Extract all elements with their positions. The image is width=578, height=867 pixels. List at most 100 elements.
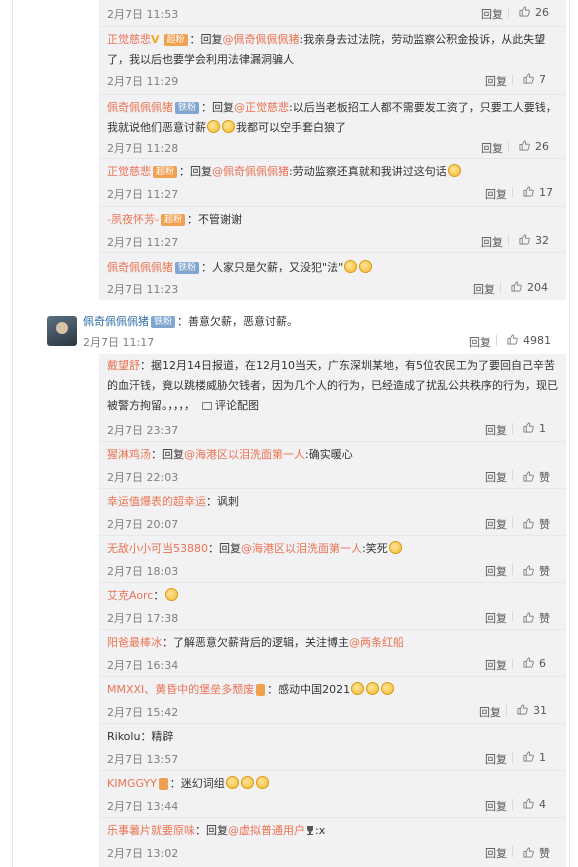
reply-button[interactable]: 回复 xyxy=(485,73,507,89)
reply-button[interactable]: 回复 xyxy=(485,657,507,673)
reply-button[interactable]: 回复 xyxy=(485,610,507,626)
like-button[interactable]: 204 xyxy=(511,281,548,294)
like-button[interactable]: 6 xyxy=(523,657,546,670)
reply-item: 正觉慈悲V 超粉 ：回复@佩奇佩佩佩猪:我亲身去过法院，劳动监察公积金投诉，从此失望… xyxy=(99,30,566,92)
like-button[interactable]: 4981 xyxy=(507,334,551,347)
reply-button[interactable]: 回复 xyxy=(469,334,491,350)
username-link[interactable]: 正觉慈悲 xyxy=(107,165,151,178)
fan-badge: 铁粉 xyxy=(151,316,176,328)
reply-button[interactable]: 回复 xyxy=(473,281,495,297)
like-count: 赞 xyxy=(539,518,550,531)
divider xyxy=(99,206,566,207)
like-button[interactable]: 26 xyxy=(519,6,549,19)
mention-link[interactable]: @两条红船 xyxy=(349,636,404,649)
like-button[interactable]: 赞 xyxy=(523,516,550,532)
reply-item: 戴望舒：据12月14日报道，在12月10当天，广东深圳某地，有5位农民工为了要回… xyxy=(99,356,566,440)
reply-button[interactable]: 回复 xyxy=(485,469,507,485)
reply-item: 佩奇佩佩佩猪 铁粉 ：人家只是欠薪，又没犯"法" 2月7日 11:23 回复 204 xyxy=(99,258,566,298)
mention-link[interactable]: @虚拟普通用户 xyxy=(228,824,305,837)
divider xyxy=(99,582,566,583)
username-link[interactable]: -夙夜怀芳- xyxy=(107,213,159,226)
reply-button[interactable]: 回复 xyxy=(481,140,503,156)
like-button[interactable]: 26 xyxy=(519,140,549,153)
divider xyxy=(99,26,566,27)
like-button[interactable]: 7 xyxy=(523,73,546,86)
username-link[interactable]: 猩淋鸡汤 xyxy=(107,448,151,461)
reply-time: 2月7日 13:02 xyxy=(107,847,179,860)
divider xyxy=(99,770,566,771)
avatar[interactable] xyxy=(47,316,77,346)
username-link[interactable]: 乐事薯片就要原味 xyxy=(107,824,195,837)
thumb-up-icon xyxy=(523,471,534,482)
divider xyxy=(512,187,513,198)
emoji-icon xyxy=(165,588,179,601)
username-link[interactable]: 幸运值爆表的超幸运 xyxy=(107,495,206,508)
mention-link[interactable]: @佩奇佩佩佩猪 xyxy=(212,165,289,178)
like-button[interactable]: 17 xyxy=(523,186,553,199)
like-button[interactable]: 赞 xyxy=(523,845,550,861)
username-link[interactable]: 正觉慈悲 xyxy=(107,33,151,46)
username-link[interactable]: 佩奇佩佩佩猪 xyxy=(107,261,173,274)
divider xyxy=(99,94,566,95)
reply-prefix: ：回复 xyxy=(151,448,184,461)
username-link[interactable]: KIMGGYY xyxy=(107,777,157,790)
username-link[interactable]: 戴望舒 xyxy=(107,359,140,372)
username-link[interactable]: 无敌小小可当53880 xyxy=(107,542,208,555)
reply-button[interactable]: 回复 xyxy=(481,234,503,250)
like-button[interactable]: 赞 xyxy=(523,610,550,626)
reply-time: 2月7日 16:34 xyxy=(107,659,179,672)
reply-button[interactable]: 回复 xyxy=(485,845,507,861)
username-link[interactable]: 艾克Aorc xyxy=(107,589,153,602)
username-link[interactable]: 佩奇佩佩佩猪 xyxy=(83,315,149,328)
reply-button[interactable]: 回复 xyxy=(485,516,507,532)
like-button[interactable]: 赞 xyxy=(523,469,550,485)
reply-button[interactable]: 回复 xyxy=(485,563,507,579)
image-icon xyxy=(202,402,212,410)
mention-link[interactable]: @正觉慈悲 xyxy=(234,101,289,114)
like-count: 赞 xyxy=(539,471,550,484)
username-link[interactable]: Rikolu xyxy=(107,730,140,743)
mention-link[interactable]: @海港区以泪洗面第一人 xyxy=(184,448,305,461)
pic-link[interactable]: 评论配图 xyxy=(202,399,259,412)
reply-text: :确实暖心 xyxy=(305,448,353,461)
reply-content: KIMGGYY ：迷幻词组 xyxy=(107,774,560,794)
reply-button[interactable]: 回复 xyxy=(485,751,507,767)
like-button[interactable]: 赞 xyxy=(523,563,550,579)
reply-button[interactable]: 回复 xyxy=(485,422,507,438)
divider xyxy=(506,705,507,716)
reply-item: 艾克Aorc： 2月7日 17:38 回复 赞 xyxy=(99,586,566,628)
divider xyxy=(512,658,513,669)
reply-time: 2月7日 11:27 xyxy=(107,188,179,201)
like-button[interactable]: 1 xyxy=(523,751,546,764)
like-button[interactable]: 32 xyxy=(519,234,549,247)
like-count: 1 xyxy=(539,422,546,435)
mention-link[interactable]: @海港区以泪洗面第一人 xyxy=(241,542,362,555)
divider xyxy=(508,7,509,18)
emoji-icon xyxy=(366,682,380,695)
divider xyxy=(512,74,513,85)
reply-prefix: ：回复 xyxy=(179,165,213,178)
reply-item: MMXXI、黄昏中的堡垒多颓废 ：感动中国2021 2月7日 15:42 回复 … xyxy=(99,680,566,722)
comment-item: 佩奇佩佩佩猪 铁粉 ：善意欠薪，恶意讨薪。 2月7日 11:17 回复 4981 xyxy=(13,308,569,353)
fan-badge: 铁粉 xyxy=(175,262,200,274)
reply-button[interactable]: 回复 xyxy=(479,704,501,720)
comment-time: 2月7日 11:17 xyxy=(83,336,155,349)
divider xyxy=(512,470,513,481)
emoji-icon xyxy=(222,120,235,133)
like-button[interactable]: 1 xyxy=(523,422,546,435)
reply-button[interactable]: 回复 xyxy=(485,186,507,202)
like-button[interactable]: 4 xyxy=(523,798,546,811)
divider xyxy=(99,158,566,159)
reply-text: ：据12月14日报道，在12月10当天，广东深圳某地，有5位农民工为了要回自己辛… xyxy=(107,359,558,412)
reply-button[interactable]: 回复 xyxy=(481,6,503,22)
reply-button[interactable]: 回复 xyxy=(485,798,507,814)
mention-link[interactable]: @佩奇佩佩佩猪 xyxy=(223,33,300,46)
like-button[interactable]: 31 xyxy=(517,704,547,717)
divider xyxy=(500,282,501,293)
username-link[interactable]: 阳爸最棒冰 xyxy=(107,636,162,649)
emoji-icon xyxy=(240,776,254,789)
reply-time: 2月7日 11:29 xyxy=(107,75,179,88)
username-link[interactable]: MMXXI、黄昏中的堡垒多颓废 xyxy=(107,683,254,696)
username-link[interactable]: 佩奇佩佩佩猪 xyxy=(107,101,173,114)
reply-time: 2月7日 11:27 xyxy=(107,236,179,249)
